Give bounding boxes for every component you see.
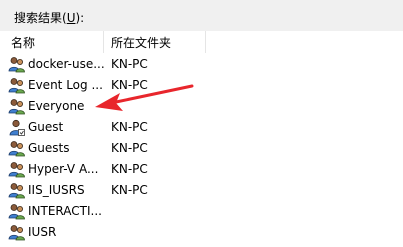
- search-results-label-prefix: 搜索结果(: [14, 11, 67, 25]
- list-item-folder: KN-PC: [111, 120, 148, 134]
- column-header-row: 名称 所在文件夹: [0, 31, 403, 53]
- list-item[interactable]: INTERACTI...: [0, 201, 403, 222]
- list-item-folder: KN-PC: [111, 141, 148, 155]
- results-rows: docker-use... KN-PC Event Log ... KN-PC …: [0, 54, 403, 243]
- list-item[interactable]: Event Log ... KN-PC: [0, 75, 403, 96]
- search-results-label-suffix: ):: [75, 11, 85, 25]
- user-group-icon: [8, 57, 25, 73]
- list-item-name: Hyper-V A...: [28, 162, 99, 176]
- list-item-folder: KN-PC: [111, 57, 148, 71]
- list-item[interactable]: docker-use... KN-PC: [0, 54, 403, 75]
- list-item[interactable]: Hyper-V A... KN-PC: [0, 159, 403, 180]
- list-item-name: Guests: [28, 141, 70, 155]
- list-item-folder: KN-PC: [111, 78, 148, 92]
- user-icon: [9, 119, 25, 136]
- list-item-folder: KN-PC: [111, 162, 148, 176]
- user-group-icon: [8, 99, 25, 115]
- search-results-label: 搜索结果(U):: [14, 10, 84, 26]
- user-group-icon: [8, 162, 25, 178]
- column-header-folder[interactable]: 所在文件夹: [104, 31, 206, 53]
- list-item-name: Event Log ...: [28, 78, 103, 92]
- user-group-icon: [8, 225, 25, 241]
- list-item-name: docker-use...: [28, 57, 104, 71]
- list-item[interactable]: Guest KN-PC: [0, 117, 403, 138]
- user-group-icon: [8, 204, 25, 220]
- list-item-name: Guest: [28, 120, 64, 134]
- list-item[interactable]: IUSR: [0, 222, 403, 243]
- user-group-icon: [8, 141, 25, 157]
- user-group-icon: [8, 78, 25, 94]
- list-item-folder: KN-PC: [111, 183, 148, 197]
- search-results-list[interactable]: 名称 所在文件夹 docker-use... KN-PC Event Log .…: [0, 31, 403, 247]
- list-item-name: IIS_IUSRS: [28, 183, 85, 197]
- list-item-name: IUSR: [28, 225, 57, 239]
- list-item[interactable]: Everyone: [0, 96, 403, 117]
- list-item-name: Everyone: [28, 99, 85, 113]
- list-item-name: INTERACTI...: [28, 204, 102, 218]
- column-header-name[interactable]: 名称: [4, 31, 104, 53]
- list-item[interactable]: IIS_IUSRS KN-PC: [0, 180, 403, 201]
- user-group-icon: [8, 183, 25, 199]
- list-item[interactable]: Guests KN-PC: [0, 138, 403, 159]
